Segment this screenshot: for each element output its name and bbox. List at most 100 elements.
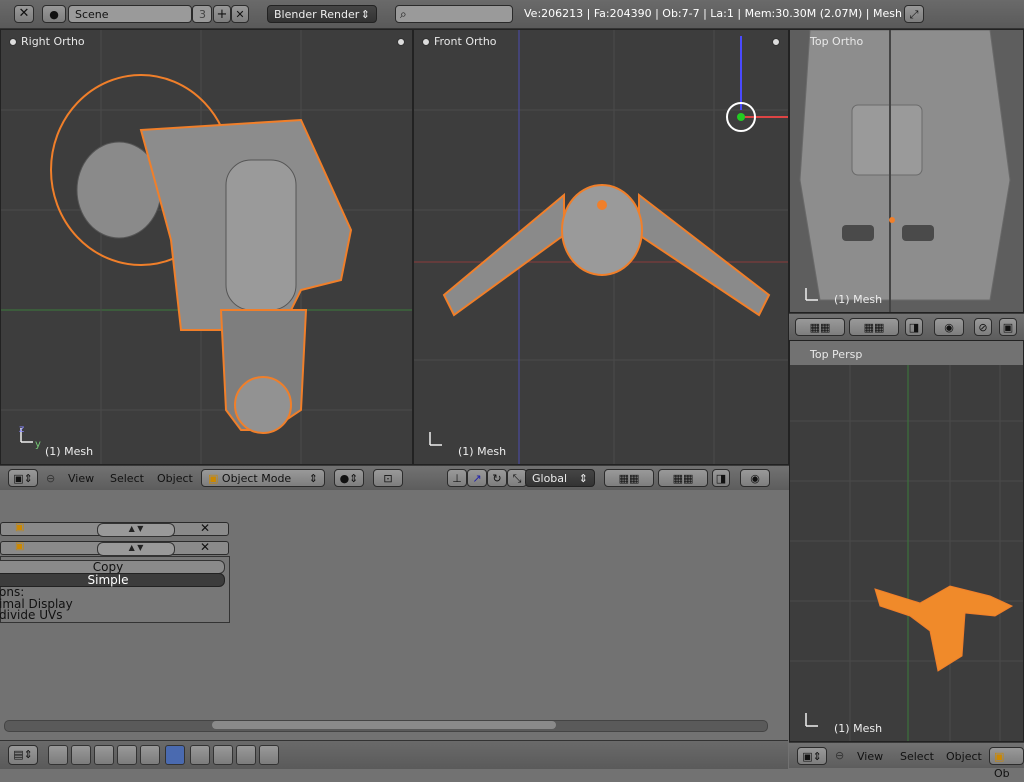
cube-icon: ▣ <box>208 472 219 485</box>
render-layer-icon[interactable]: ◨ <box>905 318 923 336</box>
top-ortho-scene <box>790 30 1023 312</box>
menu-view[interactable]: View <box>68 472 94 485</box>
layers-grid-icon[interactable]: ▦▦ <box>849 318 899 336</box>
horizontal-scrollbar[interactable] <box>4 720 768 732</box>
manipulator-toggle-icon[interactable]: ⊥ <box>447 469 467 487</box>
viewport-top-persp[interactable]: Top Persp (1) Mesh <box>789 340 1024 742</box>
proportional-edit-icon[interactable]: ◉ <box>934 318 964 336</box>
top-persp-header: ▣⇕ ⊖ View Select Object ▣ Ob <box>789 742 1024 780</box>
data-tab-icon[interactable] <box>190 745 210 765</box>
chevron-updown-icon: ⇕ <box>308 472 318 485</box>
add-scene-icon[interactable]: + <box>213 5 231 23</box>
viewport-corner-icon[interactable] <box>397 38 405 46</box>
editor-type-select[interactable]: ▣⇕ <box>797 747 827 765</box>
viewport-title: Top Ortho <box>810 35 864 48</box>
viewport-right-ortho[interactable]: Right Ortho (1) Mesh y z <box>0 29 413 465</box>
properties-header: ▤⇕ <box>0 740 788 769</box>
info-header: ✕ ● Scene 3 + ✕ Blender Render ⇕ ⌕ Ve:20… <box>0 0 1024 29</box>
copy-button[interactable]: Copy <box>0 560 225 574</box>
mode-label: Object Mode <box>221 472 292 485</box>
view3d-header: ▣⇕ ⊖ View Select Object ▣ Object Mode ⇕ … <box>0 465 789 490</box>
search-icon: ⌕ <box>400 7 407 21</box>
rotate-icon[interactable]: ↻ <box>487 469 507 487</box>
front-ortho-scene <box>414 30 788 464</box>
material-tab-icon[interactable] <box>213 745 233 765</box>
editor-type-select[interactable]: ▣⇕ <box>8 469 38 487</box>
translate-icon[interactable]: ↗ <box>467 469 487 487</box>
fullscreen-icon[interactable]: ⤢ <box>904 5 924 23</box>
menu-object[interactable]: Object <box>157 472 193 485</box>
right-ortho-scene <box>1 30 412 464</box>
object-tab-icon[interactable] <box>117 745 137 765</box>
viewport-front-ortho[interactable]: Front Ortho (1) Mesh <box>413 29 789 465</box>
scale-icon[interactable]: ⤡ <box>507 469 527 487</box>
mode-label: Ob <box>994 767 1010 780</box>
layers-grid-icon[interactable]: ▦▦ <box>795 318 845 336</box>
camera-icon[interactable]: ▣ <box>999 318 1017 336</box>
collapse-menus-icon[interactable]: ⊖ <box>835 749 844 762</box>
layers-tab-icon[interactable] <box>71 745 91 765</box>
mode-select[interactable]: ▣ Object Mode ⇕ <box>201 469 325 487</box>
move-up-icon[interactable]: ▲ ▼ <box>97 523 175 537</box>
cube-icon: ▣ <box>994 750 1005 763</box>
render-tab-icon[interactable] <box>48 745 68 765</box>
chevron-updown-icon: ⇕ <box>360 8 370 21</box>
modifiers-tab-icon[interactable] <box>165 745 185 765</box>
viewport-corner-icon[interactable] <box>772 38 780 46</box>
viewport-object-label: (1) Mesh <box>458 445 507 458</box>
search-input[interactable]: ⌕ <box>395 5 513 23</box>
close-icon[interactable]: ✕ <box>14 5 34 23</box>
render-engine-label: Blender Render <box>274 8 360 21</box>
modifier-panel: Copy Simple ons: imal Display divide UVs <box>0 556 230 623</box>
chevron-updown-icon: ⇕ <box>578 472 588 485</box>
collapse-menus-icon[interactable]: ⊖ <box>46 472 55 485</box>
modifier-type-icon: ▣ <box>15 541 25 552</box>
modifier-header[interactable]: ▣ ▲ ▼ ✕ <box>0 521 229 537</box>
particles-tab-icon[interactable] <box>259 745 279 765</box>
viewport-title: Right Ortho <box>21 35 85 48</box>
scene-tab-icon[interactable] <box>94 745 114 765</box>
scene-name-field[interactable]: Scene <box>68 5 192 23</box>
close-icon[interactable]: ✕ <box>200 540 210 554</box>
top-persp-scene <box>790 365 1023 741</box>
viewport-corner-icon[interactable] <box>422 38 430 46</box>
orientation-label: Global <box>532 472 568 485</box>
pivot-select[interactable]: ⊡ <box>373 469 403 487</box>
menu-select[interactable]: Select <box>900 750 934 763</box>
scene-statistics: Ve:206213 | Fa:204390 | Ob:7-7 | La:1 | … <box>524 7 902 20</box>
top-ortho-header: ▦▦ ▦▦ ◨ ◉ ⊘ ▣ <box>789 313 1024 340</box>
move-up-icon[interactable]: ▲ ▼ <box>97 542 175 556</box>
close-icon[interactable]: ✕ <box>200 521 210 535</box>
subdivision-type-select[interactable]: Simple <box>0 573 225 587</box>
menu-view[interactable]: View <box>857 750 883 763</box>
viewport-object-label: (1) Mesh <box>45 445 94 458</box>
menu-select[interactable]: Select <box>110 472 144 485</box>
viewport-title: Front Ortho <box>434 35 497 48</box>
editor-type-select[interactable]: ▤⇕ <box>8 745 38 765</box>
render-layer-icon[interactable]: ◨ <box>712 469 730 487</box>
layers-grid-icon[interactable]: ▦▦ <box>658 469 708 487</box>
viewport-object-label: (1) Mesh <box>834 293 883 306</box>
menu-object[interactable]: Object <box>946 750 982 763</box>
modifier-header[interactable]: ▣ ▲ ▼ ✕ <box>0 540 229 556</box>
scene-browse-icon[interactable]: ● <box>42 5 66 23</box>
scene-users-count: 3 <box>192 5 212 23</box>
proportional-edit-icon[interactable]: ◉ <box>740 469 770 487</box>
axis-y-label: y <box>35 439 41 450</box>
shading-select[interactable]: ●⇕ <box>334 469 364 487</box>
scrollbar-thumb[interactable] <box>212 721 556 729</box>
orientation-select[interactable]: Global ⇕ <box>525 469 595 487</box>
subdivide-uvs-checkbox[interactable]: divide UVs <box>0 608 62 622</box>
snap-icon[interactable]: ⊘ <box>974 318 992 336</box>
delete-scene-icon[interactable]: ✕ <box>231 5 249 23</box>
constraints-tab-icon[interactable] <box>140 745 160 765</box>
texture-tab-icon[interactable] <box>236 745 256 765</box>
render-engine-select[interactable]: Blender Render ⇕ <box>267 5 377 23</box>
viewport-corner-icon[interactable] <box>9 38 17 46</box>
viewport-object-label: (1) Mesh <box>834 722 883 735</box>
viewport-top-ortho[interactable]: Top Ortho (1) Mesh <box>789 29 1024 313</box>
layers-grid-icon[interactable]: ▦▦ <box>604 469 654 487</box>
mode-select[interactable]: ▣ Ob <box>989 747 1024 780</box>
modifier-type-icon: ▣ <box>15 522 25 533</box>
axis-z-label: z <box>19 424 25 435</box>
